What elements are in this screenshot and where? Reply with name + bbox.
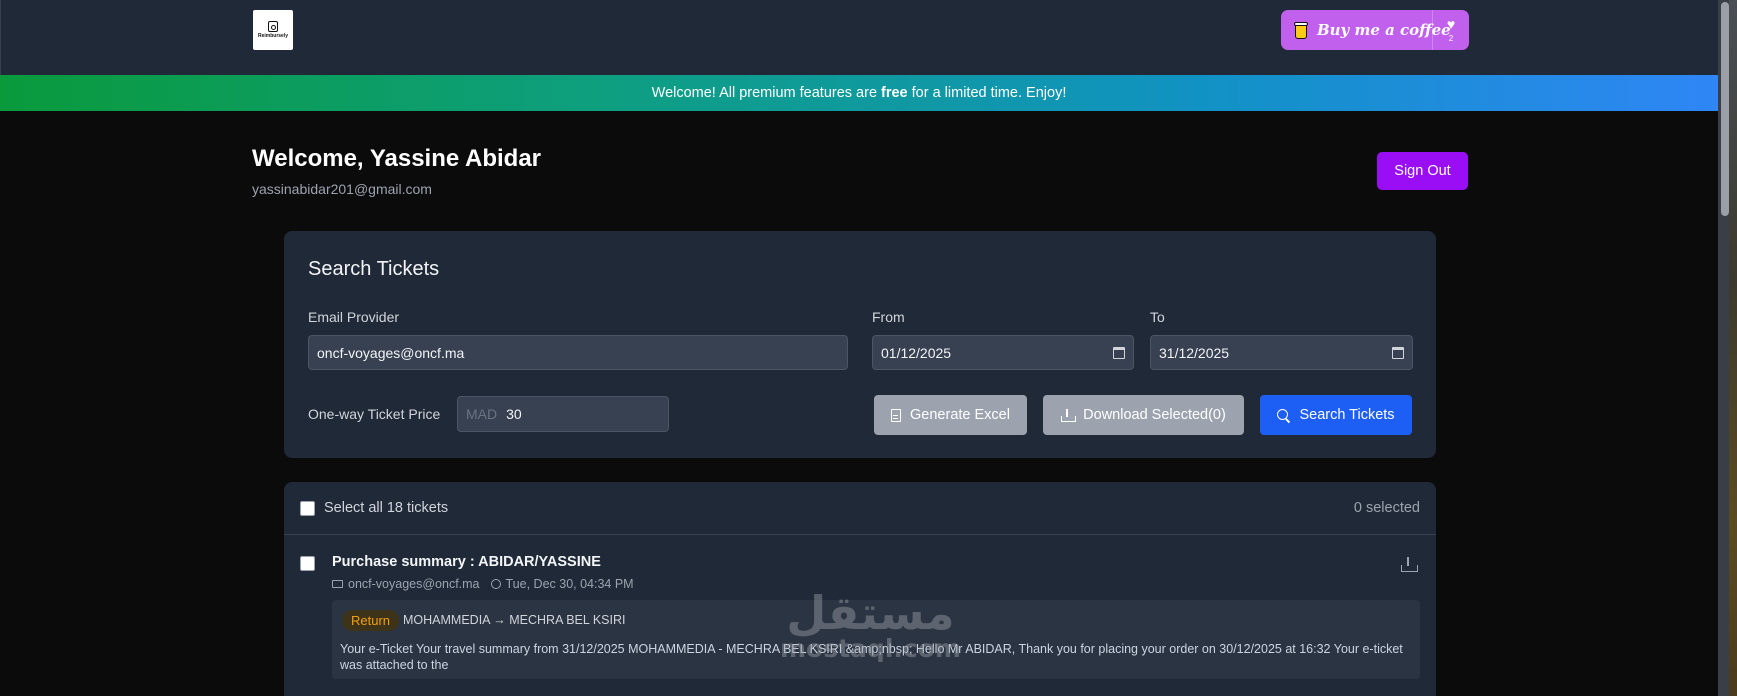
email-provider-input[interactable]: oncf-voyages@oncf.ma xyxy=(308,335,848,370)
search-tickets-label: Search Tickets xyxy=(1299,407,1395,423)
download-icon xyxy=(1061,408,1077,422)
banner-text-before: Welcome! All premium features are xyxy=(651,85,878,101)
ticket-route: MOHAMMEDIA → MECHRA BEL KSIRI xyxy=(403,613,626,627)
ticket-checkbox[interactable] xyxy=(300,556,315,571)
to-date-input[interactable]: 31/12/2025 xyxy=(1150,335,1413,370)
ticket-download-icon[interactable] xyxy=(1401,557,1418,572)
logo-text: Reimbursely xyxy=(257,33,288,39)
banner-text-after: for a limited time. Enjoy! xyxy=(911,85,1067,101)
generate-excel-label: Generate Excel xyxy=(910,407,1010,423)
search-title: Search Tickets xyxy=(308,258,440,280)
from-date-value: 01/12/2025 xyxy=(881,344,952,361)
select-all-label: Select all 18 tickets xyxy=(324,500,449,516)
ticket-price-input[interactable]: MAD 30 xyxy=(457,396,669,432)
watermark-arabic: مستقل xyxy=(786,586,955,640)
user-email: yassinabidar201@gmail.com xyxy=(252,181,432,197)
search-icon xyxy=(1277,408,1290,422)
to-date-value: 31/12/2025 xyxy=(1159,344,1230,361)
page-title: Welcome, Yassine Abidar xyxy=(252,145,542,172)
search-tickets-button[interactable]: Search Tickets xyxy=(1260,395,1412,435)
download-selected-button[interactable]: Download Selected(0) xyxy=(1043,395,1244,435)
coffee-label: Buy me a coffee xyxy=(1316,21,1451,39)
mail-icon xyxy=(332,580,343,588)
page: Reimbursely Buy me a coffee ♥ 2 Welcome!… xyxy=(0,0,1737,696)
ticket-price-value: 30 xyxy=(506,406,522,422)
app-logo[interactable]: Reimbursely xyxy=(253,10,293,50)
top-header: Reimbursely Buy me a coffee ♥ 2 xyxy=(0,0,1718,75)
watermark: مستقل mostaql.com xyxy=(780,590,961,661)
document-icon xyxy=(891,408,902,422)
calendar-icon[interactable] xyxy=(1392,346,1404,359)
clock-icon xyxy=(490,579,501,589)
calendar-icon[interactable] xyxy=(1113,346,1125,359)
ticket-title[interactable]: Purchase summary : ABIDAR/YASSINE xyxy=(332,554,601,570)
ticket-price-label: One-way Ticket Price xyxy=(308,406,441,422)
scrollbar-thumb[interactable] xyxy=(1721,2,1729,216)
buy-me-a-coffee-button[interactable]: Buy me a coffee ♥ 2 xyxy=(1281,10,1469,50)
download-selected-label: Download Selected(0) xyxy=(1083,407,1226,423)
ticket-meta: oncf-voyages@oncf.ma Tue, Dec 30, 04:34 … xyxy=(332,577,634,591)
email-provider-value: oncf-voyages@oncf.ma xyxy=(317,344,465,361)
watermark-latin: mostaql.com xyxy=(780,634,961,663)
trip-type-badge: Return xyxy=(342,610,400,631)
promo-banner: Welcome! All premium features are free f… xyxy=(0,75,1718,111)
divider xyxy=(284,534,1436,535)
sign-out-button[interactable]: Sign Out xyxy=(1377,152,1468,190)
currency-prefix: MAD xyxy=(466,406,498,422)
coffee-count: 2 xyxy=(1448,34,1454,43)
coffee-cup-icon xyxy=(1294,21,1308,39)
from-label: From xyxy=(872,309,905,325)
ticket-sender: oncf-voyages@oncf.ma xyxy=(348,577,480,591)
email-provider-label: Email Provider xyxy=(308,309,400,325)
to-label: To xyxy=(1150,309,1165,325)
generate-excel-button[interactable]: Generate Excel xyxy=(874,395,1027,435)
heart-icon: ♥ xyxy=(1446,16,1456,32)
banner-text-bold: free xyxy=(881,85,908,101)
from-date-input[interactable]: 01/12/2025 xyxy=(872,335,1134,370)
logo-icon xyxy=(268,21,278,32)
search-panel: Search Tickets Email Provider oncf-voyag… xyxy=(284,231,1436,458)
selected-count: 0 selected xyxy=(1353,500,1420,516)
select-all-checkbox[interactable] xyxy=(300,501,315,516)
ticket-date: Tue, Dec 30, 04:34 PM xyxy=(505,577,634,591)
coffee-supporters: ♥ 2 xyxy=(1431,10,1469,50)
window-edge xyxy=(1729,0,1737,696)
